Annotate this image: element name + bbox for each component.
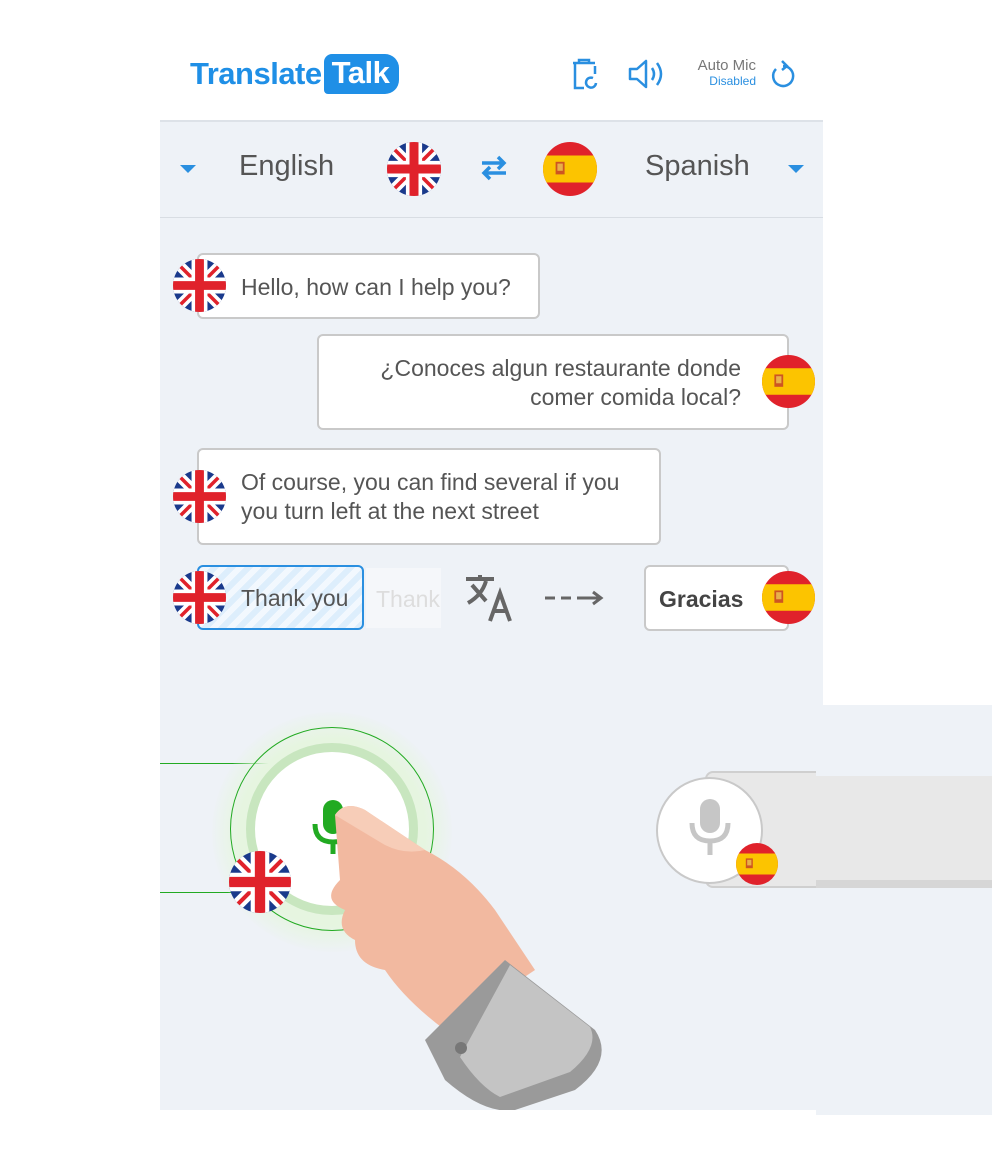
target-language[interactable]: Spanish: [645, 150, 750, 183]
output-text: Gracias: [659, 586, 744, 612]
message-bubble: Of course, you can find several if you yo…: [197, 448, 661, 545]
auto-mic-toggle[interactable]: Auto Mic Disabled: [692, 57, 756, 88]
arrow-icon: [545, 590, 604, 606]
spain-flag-icon: [762, 571, 815, 624]
message-text: Hello, how can I help you?: [241, 274, 511, 300]
message-bubble: Hello, how can I help you?: [197, 253, 540, 319]
reset-icon[interactable]: [768, 60, 798, 90]
swap-languages-icon[interactable]: [478, 152, 510, 184]
app-logo: Translate Talk: [190, 54, 400, 94]
ghost-text: Thank: [366, 568, 441, 628]
input-text: Thank you: [241, 585, 349, 611]
clear-history-icon[interactable]: [570, 58, 600, 92]
uk-flag-icon: [173, 259, 226, 312]
spain-flag-icon: [736, 843, 778, 885]
message-text: comer comida local?: [530, 384, 741, 410]
source-language[interactable]: English: [239, 150, 334, 183]
message-bubble: ¿Conoces algun restaurante donde comer co…: [317, 334, 789, 430]
speaker-icon[interactable]: [628, 58, 668, 90]
logo-text: Translate: [190, 56, 322, 91]
message-text: ¿Conoces algun restaurante donde: [380, 355, 741, 381]
message-text: you turn left at the next street: [241, 498, 539, 524]
uk-flag-icon: [387, 142, 441, 196]
panel-extension: [816, 705, 992, 1115]
spain-flag-icon: [543, 142, 597, 196]
auto-mic-status: Disabled: [709, 74, 756, 88]
target-language-dropdown-icon[interactable]: [788, 165, 804, 173]
logo-badge: Talk: [323, 54, 400, 94]
auto-mic-label: Auto Mic: [697, 57, 756, 74]
uk-flag-icon: [173, 571, 226, 624]
spain-flag-icon: [762, 355, 815, 408]
uk-flag-icon: [229, 851, 291, 913]
message-text: Of course, you can find several if you: [241, 469, 620, 495]
source-language-dropdown-icon[interactable]: [180, 165, 196, 173]
microphone-icon: [689, 799, 731, 855]
translate-icon: [466, 575, 512, 622]
uk-flag-icon: [173, 470, 226, 523]
hand-pointer-illustration: [331, 806, 602, 1110]
target-mic-panel-extension: [816, 776, 992, 888]
